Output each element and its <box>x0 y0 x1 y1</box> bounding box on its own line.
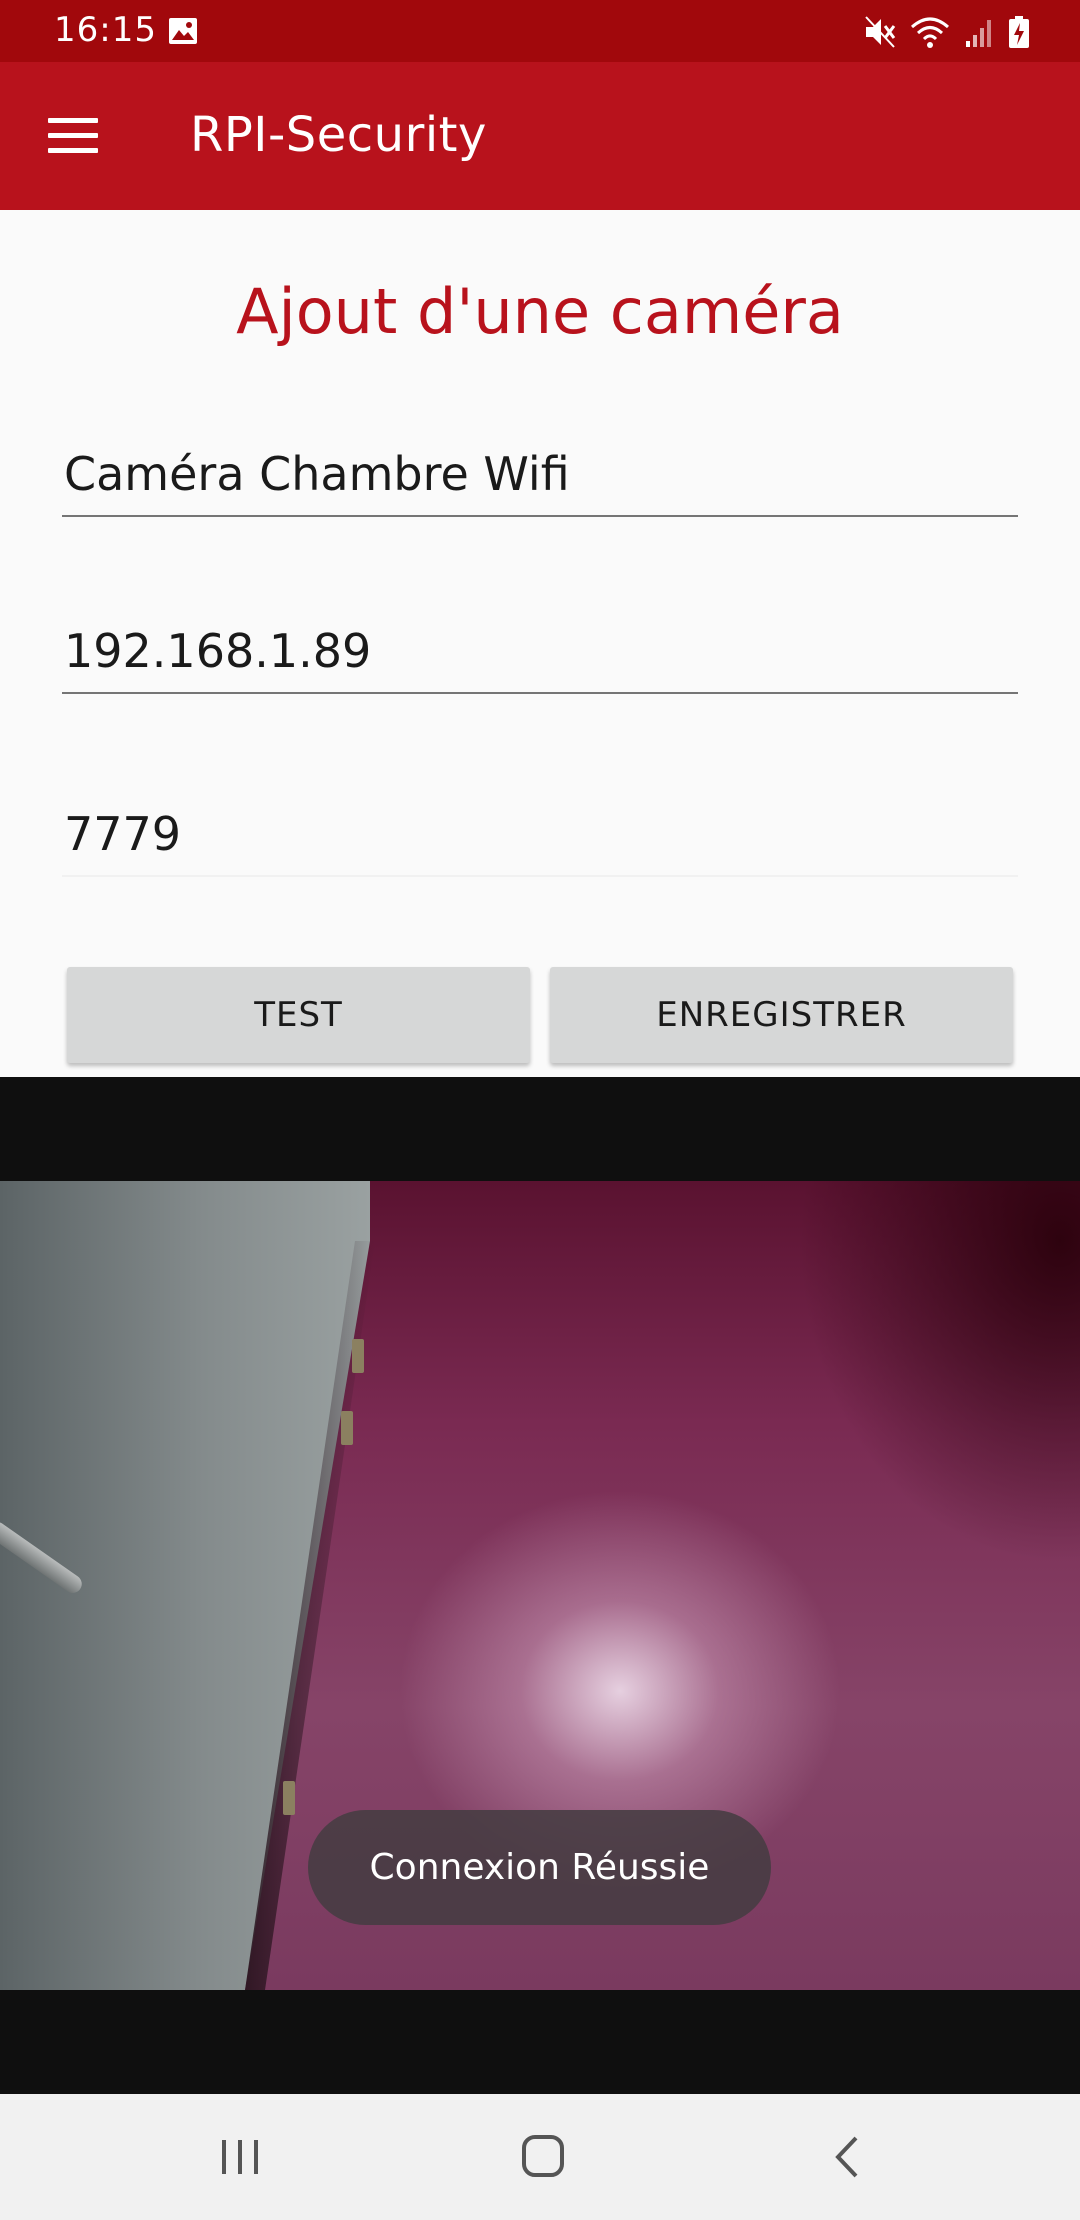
back-icon[interactable] <box>818 2132 878 2182</box>
wifi-icon <box>911 17 949 48</box>
save-button[interactable]: ENREGISTRER <box>550 967 1013 1063</box>
camera-name-field[interactable]: Caméra Chambre Wifi <box>62 435 1018 517</box>
battery-charging-icon <box>1009 16 1029 48</box>
mute-icon <box>865 16 896 48</box>
navigation-bar <box>0 2094 1080 2220</box>
app-title: RPI-Security <box>190 107 487 163</box>
home-icon[interactable] <box>513 2132 573 2182</box>
gallery-icon <box>169 18 197 44</box>
status-time: 16:15 <box>54 10 157 50</box>
door-hinge <box>283 1781 295 1815</box>
signal-icon <box>966 20 991 47</box>
page-title: Ajout d'une caméra <box>236 275 844 348</box>
hamburger-menu-icon[interactable] <box>46 115 100 157</box>
toast-message: Connexion Réussie <box>308 1810 771 1925</box>
door-hinge <box>352 1339 364 1373</box>
camera-preview <box>0 1077 1080 2094</box>
door-hinge <box>341 1411 353 1445</box>
ip-address-field[interactable]: 192.168.1.89 <box>62 612 1018 694</box>
app-bar: RPI-Security <box>0 62 1080 210</box>
camera-name-value: Caméra Chambre Wifi <box>64 447 570 501</box>
recents-icon[interactable] <box>210 2132 270 2182</box>
screen: 16:15 RPI-Security Ajout d'une caméra Ca… <box>0 0 1080 2220</box>
port-value: 7779 <box>64 807 182 861</box>
status-icons <box>864 14 1030 50</box>
ip-address-value: 192.168.1.89 <box>64 624 372 678</box>
status-bar: 16:15 <box>0 0 1080 62</box>
test-button[interactable]: TEST <box>67 967 530 1063</box>
port-field[interactable]: 7779 <box>62 795 1018 877</box>
